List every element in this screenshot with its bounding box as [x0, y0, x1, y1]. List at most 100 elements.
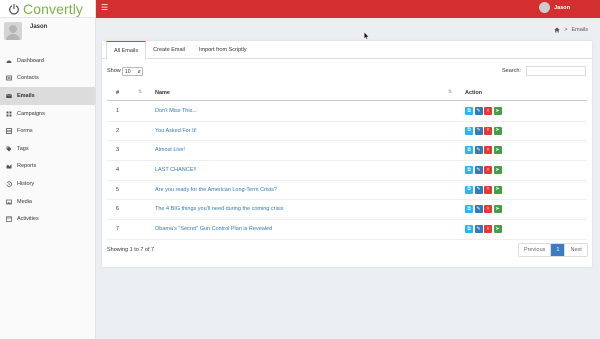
- edit-button[interactable]: ✎: [474, 107, 483, 115]
- page-size-select[interactable]: 10 ⇵: [122, 67, 143, 76]
- sidebar-item-campaigns[interactable]: Campaigns: [0, 105, 95, 123]
- top-bar: ☰ Jason: [96, 0, 600, 18]
- sidebar-item-activities[interactable]: Activities: [0, 210, 95, 228]
- send-button[interactable]: ➤: [493, 126, 502, 135]
- sort-icon[interactable]: ⇅: [448, 89, 452, 95]
- logo[interactable]: Convertly: [0, 0, 95, 18]
- table-header: # ⇅ Name ⇅ Action: [107, 86, 587, 101]
- top-user-name: Jason: [554, 4, 570, 11]
- sidebar-profile: Jason: [0, 18, 95, 48]
- copy-button[interactable]: ⧉: [465, 146, 473, 155]
- email-name-link[interactable]: You Asked For It!: [155, 128, 197, 134]
- sidebar-item-label: Media: [17, 198, 32, 205]
- send-button[interactable]: ➤: [493, 107, 502, 115]
- sidebar-item-label: Tags: [17, 145, 29, 152]
- delete-button[interactable]: ☓: [484, 225, 492, 234]
- copy-button[interactable]: ⧉: [465, 185, 473, 194]
- sidebar-nav: Dashboard Contacts Emails Campaigns Form…: [0, 52, 95, 228]
- previous-page-button[interactable]: Previous: [519, 244, 552, 256]
- campaigns-icon: [6, 111, 12, 117]
- edit-button[interactable]: ✎: [474, 205, 483, 214]
- edit-button[interactable]: ✎: [474, 185, 483, 194]
- tab-import-from-scriptly[interactable]: Import from Scriptly: [192, 41, 254, 58]
- sidebar-item-label: Dashboard: [17, 57, 44, 64]
- copy-button[interactable]: ⧉: [465, 225, 473, 234]
- history-icon: [6, 181, 12, 187]
- copy-button[interactable]: ⧉: [465, 126, 473, 135]
- reports-icon: [6, 164, 12, 169]
- pagination: Previous 1 Next: [518, 243, 588, 257]
- send-button[interactable]: ➤: [493, 166, 502, 175]
- sidebar-item-media[interactable]: Media: [0, 193, 95, 211]
- sidebar-item-emails[interactable]: Emails: [0, 87, 95, 105]
- table-row: 2 You Asked For It! ⧉ ✎ ☓ ➤: [107, 122, 587, 142]
- sidebar-item-label: History: [17, 180, 35, 187]
- contacts-icon: [6, 75, 12, 81]
- tabs: All Emails Create Email Import from Scri…: [102, 41, 592, 59]
- edit-button[interactable]: ✎: [474, 146, 483, 155]
- row-actions: ⧉ ✎ ☓ ➤: [465, 205, 502, 214]
- row-number: 2: [116, 127, 120, 134]
- email-table-body: 1 Don't Miss This... ⧉ ✎ ☓ ➤ 2 You Asked…: [107, 102, 587, 240]
- page-size-value: 10: [125, 68, 131, 75]
- tags-icon: [6, 146, 12, 152]
- row-number: 6: [116, 206, 120, 213]
- send-button[interactable]: ➤: [493, 185, 502, 194]
- show-label: Show: [107, 68, 121, 74]
- page-1-button[interactable]: 1: [551, 244, 566, 256]
- sidebar-item-forms[interactable]: Forms: [0, 122, 95, 140]
- mouse-cursor-icon: [364, 32, 369, 40]
- user-menu[interactable]: Jason: [539, 2, 570, 13]
- home-icon[interactable]: [554, 27, 560, 33]
- edit-button[interactable]: ✎: [474, 126, 483, 135]
- table-row: 5 Are you ready for the American Long-Te…: [107, 181, 587, 201]
- send-button[interactable]: ➤: [493, 225, 502, 234]
- profile-name: Jason: [30, 24, 48, 30]
- row-actions: ⧉ ✎ ☓ ➤: [465, 185, 502, 194]
- email-name-link[interactable]: Obama's "Secret" Gun Control Plan is Rev…: [155, 226, 272, 232]
- column-header-action: Action: [465, 90, 483, 96]
- sidebar-item-history[interactable]: History: [0, 175, 95, 193]
- select-caret-icon: ⇵: [137, 69, 141, 74]
- media-icon: [6, 199, 12, 204]
- delete-button[interactable]: ☓: [484, 205, 492, 214]
- sidebar-item-label: Activities: [17, 216, 39, 223]
- copy-button[interactable]: ⧉: [465, 205, 473, 214]
- power-icon: [9, 3, 19, 14]
- sidebar-item-tags[interactable]: Tags: [0, 140, 95, 158]
- search-input[interactable]: [526, 66, 586, 76]
- sidebar-item-dashboard[interactable]: Dashboard: [0, 52, 95, 70]
- delete-button[interactable]: ☓: [484, 185, 492, 194]
- send-button[interactable]: ➤: [493, 205, 502, 214]
- delete-button[interactable]: ☓: [484, 146, 492, 155]
- menu-toggle-icon[interactable]: ☰: [101, 3, 108, 12]
- row-number: 4: [116, 167, 120, 174]
- copy-button[interactable]: ⧉: [465, 107, 473, 115]
- tab-create-email[interactable]: Create Email: [146, 41, 192, 58]
- breadcrumb-current: Emails: [571, 27, 588, 33]
- column-header-num[interactable]: #: [116, 90, 119, 96]
- email-name-link[interactable]: The 4 BIG things you’ll need during the …: [155, 206, 283, 212]
- sort-icon[interactable]: ⇅: [138, 89, 142, 95]
- email-name-link[interactable]: LAST CHANCE!!: [155, 167, 196, 173]
- email-name-link[interactable]: Don't Miss This...: [155, 108, 197, 114]
- delete-button[interactable]: ☓: [484, 107, 492, 115]
- edit-button[interactable]: ✎: [474, 166, 483, 175]
- activities-icon: [6, 216, 12, 222]
- avatar: [4, 22, 22, 40]
- email-name-link[interactable]: Almost Live!: [155, 147, 185, 153]
- copy-button[interactable]: ⧉: [465, 166, 473, 175]
- sidebar-item-contacts[interactable]: Contacts: [0, 70, 95, 88]
- edit-button[interactable]: ✎: [474, 225, 483, 234]
- next-page-button[interactable]: Next: [565, 244, 587, 256]
- send-button[interactable]: ➤: [493, 146, 502, 155]
- tab-all-emails[interactable]: All Emails: [106, 41, 147, 59]
- sidebar-item-label: Reports: [17, 163, 37, 170]
- delete-button[interactable]: ☓: [484, 126, 492, 135]
- column-header-name[interactable]: Name: [155, 90, 170, 96]
- sidebar-item-reports[interactable]: Reports: [0, 158, 95, 176]
- delete-button[interactable]: ☓: [484, 166, 492, 175]
- table-row: 3 Almost Live! ⧉ ✎ ☓ ➤: [107, 141, 587, 162]
- email-name-link[interactable]: Are you ready for the American Long-Term…: [155, 187, 277, 193]
- top-avatar: [539, 2, 551, 13]
